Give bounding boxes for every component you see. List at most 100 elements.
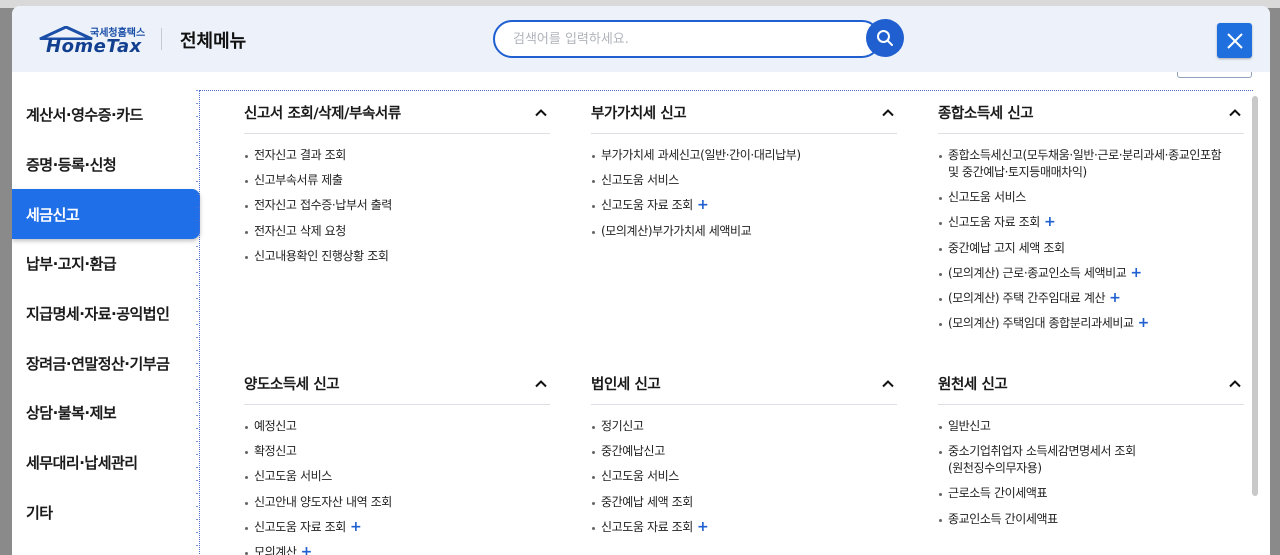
- sidebar-item[interactable]: 계산서·영수증·카드: [12, 90, 200, 140]
- menu-link[interactable]: 일반신고: [938, 418, 1244, 435]
- menu-link[interactable]: 신고부속서류 제출: [244, 172, 550, 189]
- menu-link[interactable]: (모의계산) 주택 간주임대료 계산 +: [938, 290, 1244, 307]
- menu-link-label: (모의계산) 근로·종교인소득 세액비교: [948, 265, 1127, 280]
- menu-link[interactable]: 중소기업취업자 소득세감면명세서 조회 (원천징수의무자용): [938, 443, 1244, 477]
- menu-link-label: 예정신고: [254, 419, 297, 433]
- menu-link[interactable]: 전자신고 삭제 요청: [244, 223, 550, 240]
- menu-link-label: (모의계산)부가가치세 세액비교: [601, 223, 752, 238]
- chevron-up-icon[interactable]: [1226, 374, 1244, 392]
- plus-icon[interactable]: +: [1130, 265, 1142, 281]
- menu-link-label: 신고도움 자료 조회: [948, 215, 1040, 230]
- menu-link-label: 일반신고: [948, 419, 991, 433]
- menu-link-label: 신고내용확인 진행상황 조회: [254, 248, 389, 263]
- menu-link[interactable]: 예정신고: [244, 418, 550, 435]
- section-header[interactable]: 법인세 신고: [591, 362, 897, 405]
- menu-link[interactable]: 중간예납신고: [591, 443, 897, 460]
- section-list: 종합소득세신고(모두채움·일반·근로·분리과세·종교인포함 및 중간예납·토지등매…: [938, 134, 1244, 332]
- search-icon: [877, 30, 893, 46]
- plus-icon[interactable]: +: [350, 519, 362, 535]
- menu-link[interactable]: 신고도움 서비스: [591, 172, 897, 189]
- sidebar-item[interactable]: 납부·고지·환급: [12, 239, 200, 289]
- sidebar-item[interactable]: 증명·등록·신청: [12, 140, 200, 190]
- menu-link-label: 신고도움 자료 조회: [254, 519, 346, 534]
- menu-link-label: 신고도움 자료 조회: [601, 519, 693, 534]
- close-icon: [1226, 32, 1243, 49]
- menu-link-label: 중간예납 고지 세액 조회: [948, 240, 1065, 255]
- section-title: 법인세 신고: [591, 376, 661, 393]
- menu-link[interactable]: 신고도움 자료 조회 +: [938, 214, 1244, 231]
- menu-link-label: 정기신고: [601, 419, 644, 433]
- menu-link[interactable]: 신고도움 자료 조회 +: [591, 519, 897, 536]
- menu-link[interactable]: 정기신고: [591, 418, 897, 435]
- close-button[interactable]: [1217, 23, 1252, 58]
- menu-link[interactable]: (모의계산) 주택임대 종합분리과세비교 +: [938, 315, 1244, 332]
- plus-icon[interactable]: +: [1109, 290, 1121, 306]
- menu-link[interactable]: 신고도움 자료 조회 +: [591, 197, 897, 214]
- sidebar-divider: [196, 90, 198, 555]
- plus-icon[interactable]: +: [1044, 214, 1056, 230]
- menu-link[interactable]: 종교인소득 간이세액표: [938, 511, 1244, 528]
- menu-link[interactable]: 종합소득세신고(모두채움·일반·근로·분리과세·종교인포함 및 중간예납·토지등매…: [938, 147, 1244, 181]
- section-header[interactable]: 신고서 조회/삭제/부속서류: [244, 91, 550, 134]
- plus-icon[interactable]: +: [697, 519, 709, 535]
- menu-link[interactable]: 확정신고: [244, 443, 550, 460]
- sidebar-item[interactable]: 세금신고: [12, 189, 200, 240]
- menu-link-label: 신고안내 양도자산 내역 조회: [254, 494, 392, 509]
- chevron-up-icon[interactable]: [1226, 103, 1244, 121]
- search-button[interactable]: [866, 19, 904, 57]
- sidebar-item[interactable]: 상담·불복·제보: [12, 388, 200, 438]
- menu-link[interactable]: (모의계산) 근로·종교인소득 세액비교 +: [938, 265, 1244, 282]
- section-header[interactable]: 원천세 신고: [938, 362, 1244, 405]
- sidebar-item[interactable]: 지급명세·자료·공익법인: [12, 289, 200, 339]
- menu-link-label: (모의계산) 주택임대 종합분리과세비교: [948, 316, 1134, 331]
- chevron-up-icon[interactable]: [532, 103, 550, 121]
- sidebar-item[interactable]: 장려금·연말정산·기부금: [12, 338, 200, 388]
- menu-link[interactable]: 근로소득 간이세액표: [938, 485, 1244, 502]
- section-list: 정기신고중간예납신고신고도움 서비스중간예납 세액 조회신고도움 자료 조회 +: [591, 405, 897, 536]
- menu-link[interactable]: 신고도움 서비스: [591, 468, 897, 485]
- sidebar-item[interactable]: 세무대리·납세관리: [12, 438, 200, 488]
- menu-link[interactable]: 모의계산 +: [244, 544, 550, 555]
- menu-link[interactable]: 신고도움 서비스: [244, 468, 550, 485]
- search-input[interactable]: [493, 20, 881, 58]
- section-header[interactable]: 종합소득세 신고: [938, 91, 1244, 134]
- chevron-up-icon[interactable]: [879, 103, 897, 121]
- page-title: 전체메뉴: [180, 31, 247, 52]
- scrollbar[interactable]: [1252, 96, 1258, 496]
- modal-header: 국세청홈택스 HomeTax 전체메뉴: [12, 6, 1270, 72]
- menu-content: 신고서 조회/삭제/부속서류전자신고 결과 조회신고부속서류 제출전자신고 접수…: [199, 90, 1253, 555]
- plus-icon[interactable]: +: [301, 544, 313, 555]
- menu-link[interactable]: 신고도움 자료 조회 +: [244, 519, 550, 536]
- menu-link-label: 중간예납신고: [601, 444, 665, 459]
- menu-link[interactable]: 전자신고 결과 조회: [244, 147, 550, 164]
- section-header[interactable]: 양도소득세 신고: [244, 362, 550, 405]
- section-title: 원천세 신고: [938, 376, 1008, 393]
- section-list: 예정신고확정신고신고도움 서비스신고안내 양도자산 내역 조회신고도움 자료 조…: [244, 405, 550, 555]
- menu-link[interactable]: 신고내용확인 진행상황 조회: [244, 248, 550, 265]
- menu-link[interactable]: (모의계산)부가가치세 세액비교: [591, 223, 897, 240]
- plus-icon[interactable]: +: [697, 197, 709, 213]
- logo-wordmark: HomeTax: [46, 36, 142, 57]
- menu-link[interactable]: 전자신고 접수증·납부서 출력: [244, 197, 550, 214]
- hometax-logo[interactable]: 국세청홈택스 HomeTax: [38, 24, 148, 58]
- menu-link-label: (모의계산) 주택 간주임대료 계산: [948, 290, 1106, 305]
- plus-icon[interactable]: +: [1138, 315, 1150, 331]
- sidebar-item[interactable]: 기타: [12, 488, 200, 538]
- menu-link[interactable]: 부가가치세 과세신고(일반·간이·대리납부): [591, 147, 897, 164]
- header-divider: [161, 28, 162, 50]
- menu-section: 신고서 조회/삭제/부속서류전자신고 결과 조회신고부속서류 제출전자신고 접수…: [244, 91, 550, 273]
- partial-button[interactable]: [1177, 72, 1252, 78]
- chevron-up-icon[interactable]: [879, 374, 897, 392]
- chevron-up-icon[interactable]: [532, 374, 550, 392]
- menu-link-label: 중간예납 세액 조회: [601, 494, 693, 509]
- section-header[interactable]: 부가가치세 신고: [591, 91, 897, 134]
- menu-link-label: 중소기업취업자 소득세감면명세서 조회: [948, 444, 1136, 459]
- menu-link[interactable]: 중간예납 세액 조회: [591, 494, 897, 511]
- menu-link-label: 신고도움 서비스: [254, 469, 332, 484]
- menu-link[interactable]: 신고안내 양도자산 내역 조회: [244, 494, 550, 511]
- menu-link-label: 신고부속서류 제출: [254, 173, 343, 188]
- menu-link-label: 신고도움 자료 조회: [601, 198, 693, 213]
- menu-link[interactable]: 중간예납 고지 세액 조회: [938, 240, 1244, 257]
- section-list: 전자신고 결과 조회신고부속서류 제출전자신고 접수증·납부서 출력전자신고 삭…: [244, 134, 550, 265]
- menu-link[interactable]: 신고도움 서비스: [938, 189, 1244, 206]
